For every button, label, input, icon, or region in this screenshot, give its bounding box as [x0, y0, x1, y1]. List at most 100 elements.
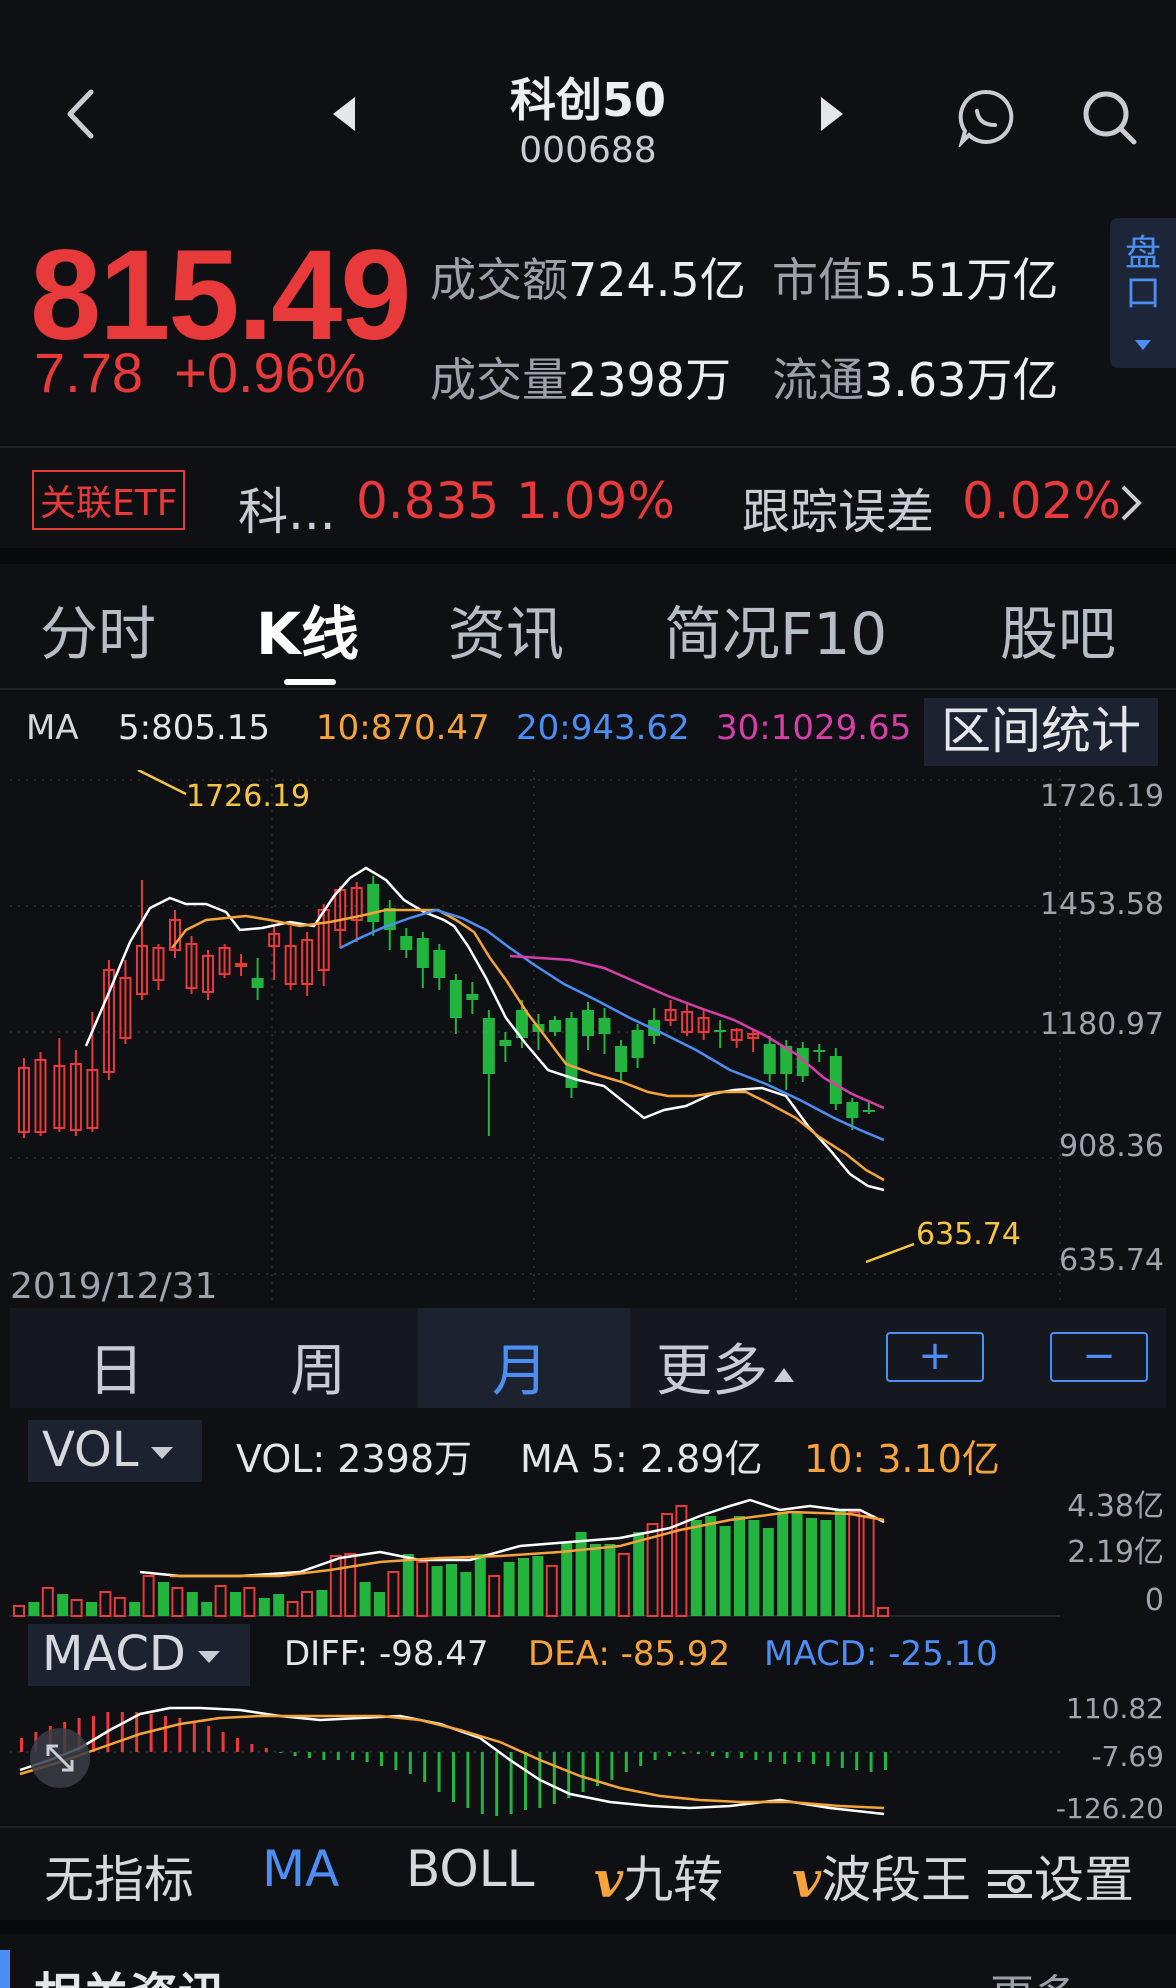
period-day[interactable]: 日 [88, 1326, 144, 1407]
tab-kline[interactable]: K线 [256, 587, 359, 671]
volume-bar [329, 1555, 342, 1617]
candle-body [466, 994, 479, 1000]
macd-bar [840, 1752, 844, 1768]
indicator-boll[interactable]: BOLL [406, 1840, 535, 1898]
volume-bar [99, 1591, 112, 1617]
high-marker-label: 1726.19 [186, 779, 310, 814]
related-news-more[interactable]: 更多 [990, 1960, 1078, 1988]
volume-bar [70, 1599, 83, 1617]
candle-body [482, 1018, 495, 1074]
macd-bar [308, 1752, 311, 1758]
macd-bar [768, 1752, 772, 1762]
indicator-wave-king[interactable]: v波段王 [792, 1840, 971, 1912]
related-etf-row[interactable]: 关联ETF 科... 0.835 1.09% 跟踪误差 0.02% [0, 448, 1176, 548]
chat-button[interactable] [952, 84, 1022, 150]
volume-bar [273, 1594, 285, 1616]
main-tabs: 分时 K线 资讯 简况F10 股吧 [0, 565, 1176, 685]
candle-body [598, 1018, 611, 1034]
candle-body [416, 938, 429, 968]
pankou-button[interactable]: 盘口 [1110, 218, 1176, 368]
volume-bar [57, 1594, 69, 1616]
macd-chart[interactable]: 110.82 -7.69 -126.20 [0, 1690, 1176, 1826]
macd-bar [855, 1752, 859, 1770]
volume-bar [575, 1532, 587, 1616]
candle-body [813, 1050, 826, 1052]
volume-bar [201, 1602, 213, 1616]
volume-bar [416, 1561, 429, 1617]
y-tick: 0 [1145, 1583, 1164, 1618]
divider [0, 688, 1176, 690]
tab-fenshi[interactable]: 分时 [40, 587, 156, 671]
macd-bar [365, 1752, 369, 1762]
ma5-value: 5:805.15 [118, 708, 271, 748]
volume-bar [186, 1592, 198, 1616]
volume-bar [374, 1592, 385, 1616]
candle-body [631, 1030, 644, 1058]
vol-ma10: 10: 3.10亿 [804, 1437, 1000, 1481]
macd-bar [696, 1752, 700, 1754]
y-tick: -7.69 [1092, 1740, 1164, 1773]
y-tick: 1180.97 [1040, 1007, 1164, 1042]
zoom-out-button[interactable]: − [1050, 1332, 1148, 1382]
macd-bar [149, 1714, 153, 1752]
volume-bar [286, 1601, 299, 1617]
volume-bar [402, 1554, 414, 1616]
zoom-in-button[interactable]: + [886, 1332, 984, 1382]
ma-label: MA [26, 708, 79, 748]
indicator-settings[interactable]: 设置 [986, 1840, 1134, 1912]
volume-bar [316, 1590, 328, 1616]
section-accent-bar [0, 1950, 10, 1988]
volume-stat: 成交量2398万 [430, 353, 732, 407]
macd-bar [135, 1712, 139, 1752]
macd-bar [394, 1752, 398, 1770]
caret-up-icon [774, 1367, 794, 1382]
v-badge-icon: v [594, 1850, 624, 1909]
macd-selector[interactable]: MACD [28, 1624, 250, 1686]
candle-body [433, 950, 446, 978]
low-marker-label: 635.74 [916, 1217, 1021, 1252]
volume-bar [705, 1516, 717, 1616]
macd-bar [452, 1752, 455, 1802]
period-more[interactable]: 更多 [656, 1326, 794, 1407]
indicator-none[interactable]: 无指标 [44, 1840, 194, 1912]
macd-bar [740, 1752, 743, 1758]
volume-bar [171, 1587, 184, 1617]
volume-bar [862, 1515, 875, 1617]
candle-body [548, 1020, 561, 1032]
range-stats-button[interactable]: 区间统计 [924, 698, 1158, 766]
period-month[interactable]: 月 [492, 1326, 548, 1407]
macd-bar [812, 1752, 815, 1764]
volume-bar [129, 1602, 141, 1616]
volume-bar [113, 1597, 126, 1617]
search-button[interactable] [1076, 84, 1142, 150]
volume-chart[interactable]: 4.38亿 2.19亿 0 [0, 1476, 1176, 1620]
volume-bar [791, 1512, 803, 1616]
volume-bar [230, 1592, 241, 1616]
next-stock-button[interactable] [810, 92, 854, 136]
volume-bar [158, 1582, 169, 1616]
kline-chart[interactable]: 1726.19 635.74 1726.19 1453.58 1180.97 9… [0, 770, 1176, 1310]
indicator-nine-turn[interactable]: v九转 [594, 1840, 723, 1912]
chevron-right-icon [1121, 485, 1142, 521]
macd-bar [581, 1752, 585, 1792]
vol-selector[interactable]: VOL [28, 1420, 202, 1482]
tab-forum[interactable]: 股吧 [1000, 587, 1116, 671]
macd-bar [668, 1752, 671, 1756]
macd-bar [725, 1752, 729, 1758]
macd-bar [797, 1752, 801, 1762]
ma30-value: 30:1029.65 [716, 708, 912, 748]
macd-bar [250, 1744, 254, 1752]
period-week[interactable]: 周 [290, 1326, 346, 1407]
macd-bar [653, 1752, 657, 1760]
indicator-ma[interactable]: MA [262, 1840, 339, 1898]
tab-active-indicator [284, 679, 336, 685]
volume-bar [460, 1572, 472, 1616]
volume-bar [690, 1520, 702, 1616]
price-change: 7.78 +0.96% [34, 341, 366, 404]
volume-bar [617, 1553, 630, 1617]
tab-f10[interactable]: 简况F10 [664, 587, 887, 671]
candle-body [449, 980, 462, 1018]
macd-bar [754, 1752, 758, 1760]
tab-news[interactable]: 资讯 [448, 587, 564, 671]
ma10-value: 10:870.47 [316, 708, 490, 748]
